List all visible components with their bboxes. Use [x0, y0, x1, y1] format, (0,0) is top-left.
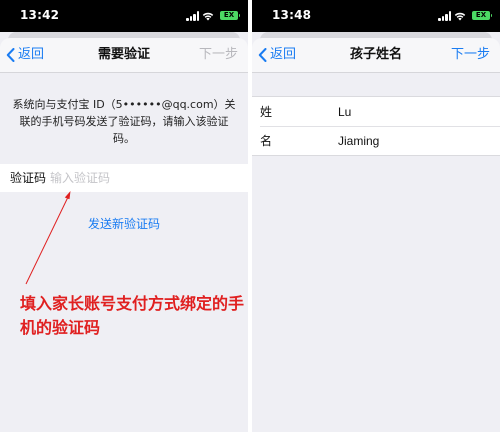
first-name-value[interactable]: Jiaming — [338, 133, 379, 149]
verification-screen: 13:42 EX 返回 需要验证 下一步 系统向与支付宝 ID（5••••••@… — [0, 0, 248, 432]
last-name-value[interactable]: Lu — [338, 104, 351, 120]
signal-icon — [438, 11, 452, 21]
instruction-annotation: 填入家长账号支付方式绑定的手机的验证码 — [20, 294, 245, 337]
name-form: 姓 Lu 名 Jiaming — [252, 96, 500, 156]
first-name-label: 名 — [260, 134, 273, 148]
status-icons: EX — [430, 10, 492, 22]
child-name-screen: 13:48 EX 返回 孩子姓名 下一步 姓 Lu 名 Jiaming — [252, 0, 500, 432]
navigation-bar: 返回 孩子姓名 下一步 — [252, 38, 500, 73]
last-name-label: 姓 — [260, 105, 273, 119]
status-bar: 13:48 EX — [252, 0, 500, 32]
next-button[interactable]: 下一步 — [451, 46, 490, 64]
last-name-row[interactable]: 姓 Lu — [252, 97, 500, 126]
battery-icon: EX — [472, 11, 492, 20]
wifi-icon — [454, 12, 466, 21]
status-time: 13:48 — [272, 8, 312, 22]
annotation-arrow — [25, 191, 71, 285]
first-name-row[interactable]: 名 Jiaming — [252, 126, 500, 155]
